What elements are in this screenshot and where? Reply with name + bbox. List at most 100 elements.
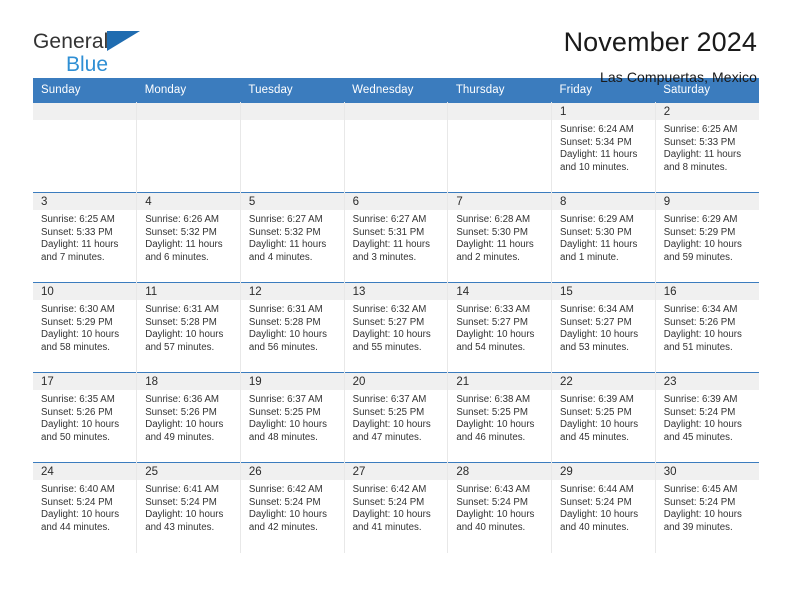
sunrise-text: Sunrise: 6:35 AM (41, 394, 115, 405)
calendar-day-cell[interactable]: 20 Sunrise: 6:37 AM Sunset: 5:25 PM Dayligh… (344, 372, 449, 463)
calendar-day-cell[interactable]: 22 Sunrise: 6:39 AM Sunset: 5:25 PM Dayligh… (551, 372, 656, 463)
daylight-text-line2: and 10 minutes. (560, 161, 629, 173)
daylight-text-line2: and 58 minutes. (41, 341, 110, 353)
daylight-text-line1: Daylight: 10 hours (41, 419, 120, 431)
daylight-text-line1: Daylight: 11 hours (145, 239, 223, 251)
daylight-text-line2: and 43 minutes. (145, 521, 215, 533)
day-details: Sunrise: 6:34 AM Sunset: 5:26 PM Daylight:… (656, 300, 759, 354)
day-details: Sunrise: 6:24 AM Sunset: 5:34 PM Daylight:… (552, 120, 655, 174)
day-details: Sunrise: 6:35 AM Sunset: 5:26 PM Daylight:… (33, 390, 136, 444)
sunrise-text: Sunrise: 6:44 AM (560, 484, 634, 495)
calendar-day-cell[interactable]: 27 Sunrise: 6:42 AM Sunset: 5:24 PM Dayligh… (344, 462, 449, 553)
sunrise-text: Sunrise: 6:40 AM (41, 484, 115, 495)
page-subtitle: Las Compuertas, Mexico (599, 69, 757, 85)
day-details: Sunrise: 6:31 AM Sunset: 5:28 PM Daylight:… (137, 300, 240, 354)
sunrise-text: Sunrise: 6:27 AM (248, 214, 323, 225)
day-details: Sunrise: 6:26 AM Sunset: 5:32 PM Daylight:… (137, 210, 240, 264)
calendar-day-cell[interactable]: 4 Sunrise: 6:26 AM Sunset: 5:32 PM Daylight… (136, 192, 241, 283)
day-number: 14 (448, 283, 552, 300)
daylight-text-line1: Daylight: 10 hours (352, 329, 431, 341)
calendar-day-cell[interactable]: 1 Sunrise: 6:24 AM Sunset: 5:34 PM Daylight… (551, 102, 656, 193)
day-number (33, 103, 137, 120)
page-header: General Blue November 2024 Las Compuerta… (0, 0, 792, 85)
sunrise-text: Sunrise: 6:42 AM (352, 484, 427, 495)
brand-logo[interactable]: General Blue (33, 26, 158, 76)
brand-name-blue: Blue (66, 53, 109, 76)
sunset-text: Sunset: 5:24 PM (456, 496, 528, 508)
daylight-text-line1: Daylight: 10 hours (560, 329, 639, 341)
calendar-day-cell[interactable]: 15 Sunrise: 6:34 AM Sunset: 5:27 PM Dayligh… (551, 282, 656, 373)
sunset-text: Sunset: 5:25 PM (352, 406, 425, 418)
daylight-text-line2: and 47 minutes. (352, 431, 422, 443)
calendar-day-cell[interactable]: 2 Sunrise: 6:25 AM Sunset: 5:33 PM Daylight… (655, 102, 759, 193)
sunrise-text: Sunrise: 6:36 AM (145, 394, 219, 405)
page-title: November 2024 (563, 27, 757, 57)
calendar-day-cell[interactable]: 8 Sunrise: 6:29 AM Sunset: 5:30 PM Daylight… (551, 192, 656, 283)
sunrise-text: Sunrise: 6:26 AM (145, 214, 219, 225)
calendar-day-cell[interactable]: 28 Sunrise: 6:43 AM Sunset: 5:24 PM Dayligh… (447, 462, 553, 553)
sunrise-text: Sunrise: 6:33 AM (456, 304, 531, 315)
sunrise-text: Sunrise: 6:29 AM (663, 214, 738, 225)
daylight-text-line1: Daylight: 10 hours (248, 419, 327, 431)
calendar-day-cell[interactable]: 10 Sunrise: 6:30 AM Sunset: 5:29 PM Dayligh… (33, 282, 138, 373)
daylight-text-line1: Daylight: 10 hours (41, 509, 120, 521)
day-details: Sunrise: 6:39 AM Sunset: 5:25 PM Daylight:… (552, 390, 655, 444)
calendar-day-cell[interactable]: 21 Sunrise: 6:38 AM Sunset: 5:25 PM Dayligh… (447, 372, 553, 463)
calendar-day-cell[interactable]: 16 Sunrise: 6:34 AM Sunset: 5:26 PM Dayligh… (655, 282, 759, 373)
day-number: 25 (137, 463, 240, 480)
calendar-day-cell[interactable]: 23 Sunrise: 6:39 AM Sunset: 5:24 PM Dayligh… (655, 372, 759, 463)
calendar-day-cell[interactable]: 17 Sunrise: 6:35 AM Sunset: 5:26 PM Dayligh… (33, 372, 138, 463)
daylight-text-line2: and 55 minutes. (352, 341, 422, 353)
weekday-header-wednesday: Wednesday (344, 78, 448, 103)
calendar-day-cell[interactable]: 6 Sunrise: 6:27 AM Sunset: 5:31 PM Daylight… (344, 192, 449, 283)
day-number: 22 (552, 373, 655, 390)
daylight-text-line2: and 53 minutes. (560, 341, 629, 353)
calendar-day-cell[interactable]: 19 Sunrise: 6:37 AM Sunset: 5:25 PM Dayligh… (240, 372, 345, 463)
day-details: Sunrise: 6:40 AM Sunset: 5:24 PM Daylight:… (33, 480, 136, 534)
daylight-text-line1: Daylight: 10 hours (560, 419, 639, 431)
calendar-day-cell[interactable]: 12 Sunrise: 6:31 AM Sunset: 5:28 PM Dayligh… (240, 282, 345, 373)
daylight-text-line2: and 7 minutes. (41, 251, 105, 263)
day-details: Sunrise: 6:39 AM Sunset: 5:24 PM Daylight:… (656, 390, 759, 444)
calendar-day-cell[interactable]: 11 Sunrise: 6:31 AM Sunset: 5:28 PM Dayligh… (136, 282, 241, 373)
calendar-week-row: 1 Sunrise: 6:24 AM Sunset: 5:34 PM Daylight… (33, 102, 759, 193)
calendar-day-cell[interactable]: 7 Sunrise: 6:28 AM Sunset: 5:30 PM Daylight… (447, 192, 553, 283)
sunrise-text: Sunrise: 6:34 AM (560, 304, 634, 315)
calendar-day-cell[interactable]: 25 Sunrise: 6:41 AM Sunset: 5:24 PM Dayligh… (136, 462, 241, 553)
day-number: 29 (552, 463, 655, 480)
sunset-text: Sunset: 5:24 PM (352, 496, 425, 508)
sunset-text: Sunset: 5:24 PM (663, 496, 736, 508)
daylight-text-line1: Daylight: 10 hours (248, 509, 327, 521)
calendar-day-cell[interactable]: 13 Sunrise: 6:32 AM Sunset: 5:27 PM Dayligh… (344, 282, 449, 373)
day-number: 13 (344, 283, 448, 300)
sunrise-text: Sunrise: 6:37 AM (248, 394, 323, 405)
day-number: 27 (344, 463, 448, 480)
sunrise-text: Sunrise: 6:29 AM (560, 214, 634, 225)
calendar-day-cell[interactable]: 3 Sunrise: 6:25 AM Sunset: 5:33 PM Daylight… (33, 192, 138, 283)
calendar-day-cell[interactable]: 30 Sunrise: 6:45 AM Sunset: 5:24 PM Dayligh… (655, 462, 759, 553)
daylight-text-line1: Daylight: 10 hours (663, 509, 742, 521)
calendar-day-cell[interactable]: 26 Sunrise: 6:42 AM Sunset: 5:24 PM Dayligh… (240, 462, 345, 553)
day-number: 2 (655, 103, 759, 120)
calendar-day-cell[interactable]: 24 Sunrise: 6:40 AM Sunset: 5:24 PM Dayligh… (33, 462, 138, 553)
sunset-text: Sunset: 5:30 PM (560, 226, 632, 238)
calendar-day-cell[interactable]: 18 Sunrise: 6:36 AM Sunset: 5:26 PM Dayligh… (136, 372, 241, 463)
day-number: 6 (344, 193, 448, 210)
daylight-text-line1: Daylight: 10 hours (352, 509, 431, 521)
sunset-text: Sunset: 5:28 PM (145, 316, 217, 328)
calendar-day-cell[interactable]: 5 Sunrise: 6:27 AM Sunset: 5:32 PM Daylight… (240, 192, 345, 283)
day-details: Sunrise: 6:27 AM Sunset: 5:31 PM Daylight:… (345, 210, 448, 264)
calendar-day-cell[interactable]: 29 Sunrise: 6:44 AM Sunset: 5:24 PM Dayligh… (551, 462, 656, 553)
sunset-text: Sunset: 5:24 PM (560, 496, 632, 508)
day-details: Sunrise: 6:28 AM Sunset: 5:30 PM Daylight:… (448, 210, 551, 264)
calendar-day-cell[interactable]: 9 Sunrise: 6:29 AM Sunset: 5:29 PM Daylight… (655, 192, 759, 283)
daylight-text-line2: and 51 minutes. (663, 341, 733, 353)
day-details: Sunrise: 6:32 AM Sunset: 5:27 PM Daylight:… (345, 300, 448, 354)
day-number: 20 (344, 373, 448, 390)
daylight-text-line2: and 49 minutes. (145, 431, 215, 443)
calendar-day-cell[interactable]: 14 Sunrise: 6:33 AM Sunset: 5:27 PM Dayligh… (447, 282, 553, 373)
day-details: Sunrise: 6:29 AM Sunset: 5:30 PM Daylight:… (552, 210, 655, 264)
day-number: 7 (448, 193, 552, 210)
sunset-text: Sunset: 5:25 PM (456, 406, 528, 418)
calendar-week-row: 24 Sunrise: 6:40 AM Sunset: 5:24 PM Dayligh… (33, 462, 759, 553)
